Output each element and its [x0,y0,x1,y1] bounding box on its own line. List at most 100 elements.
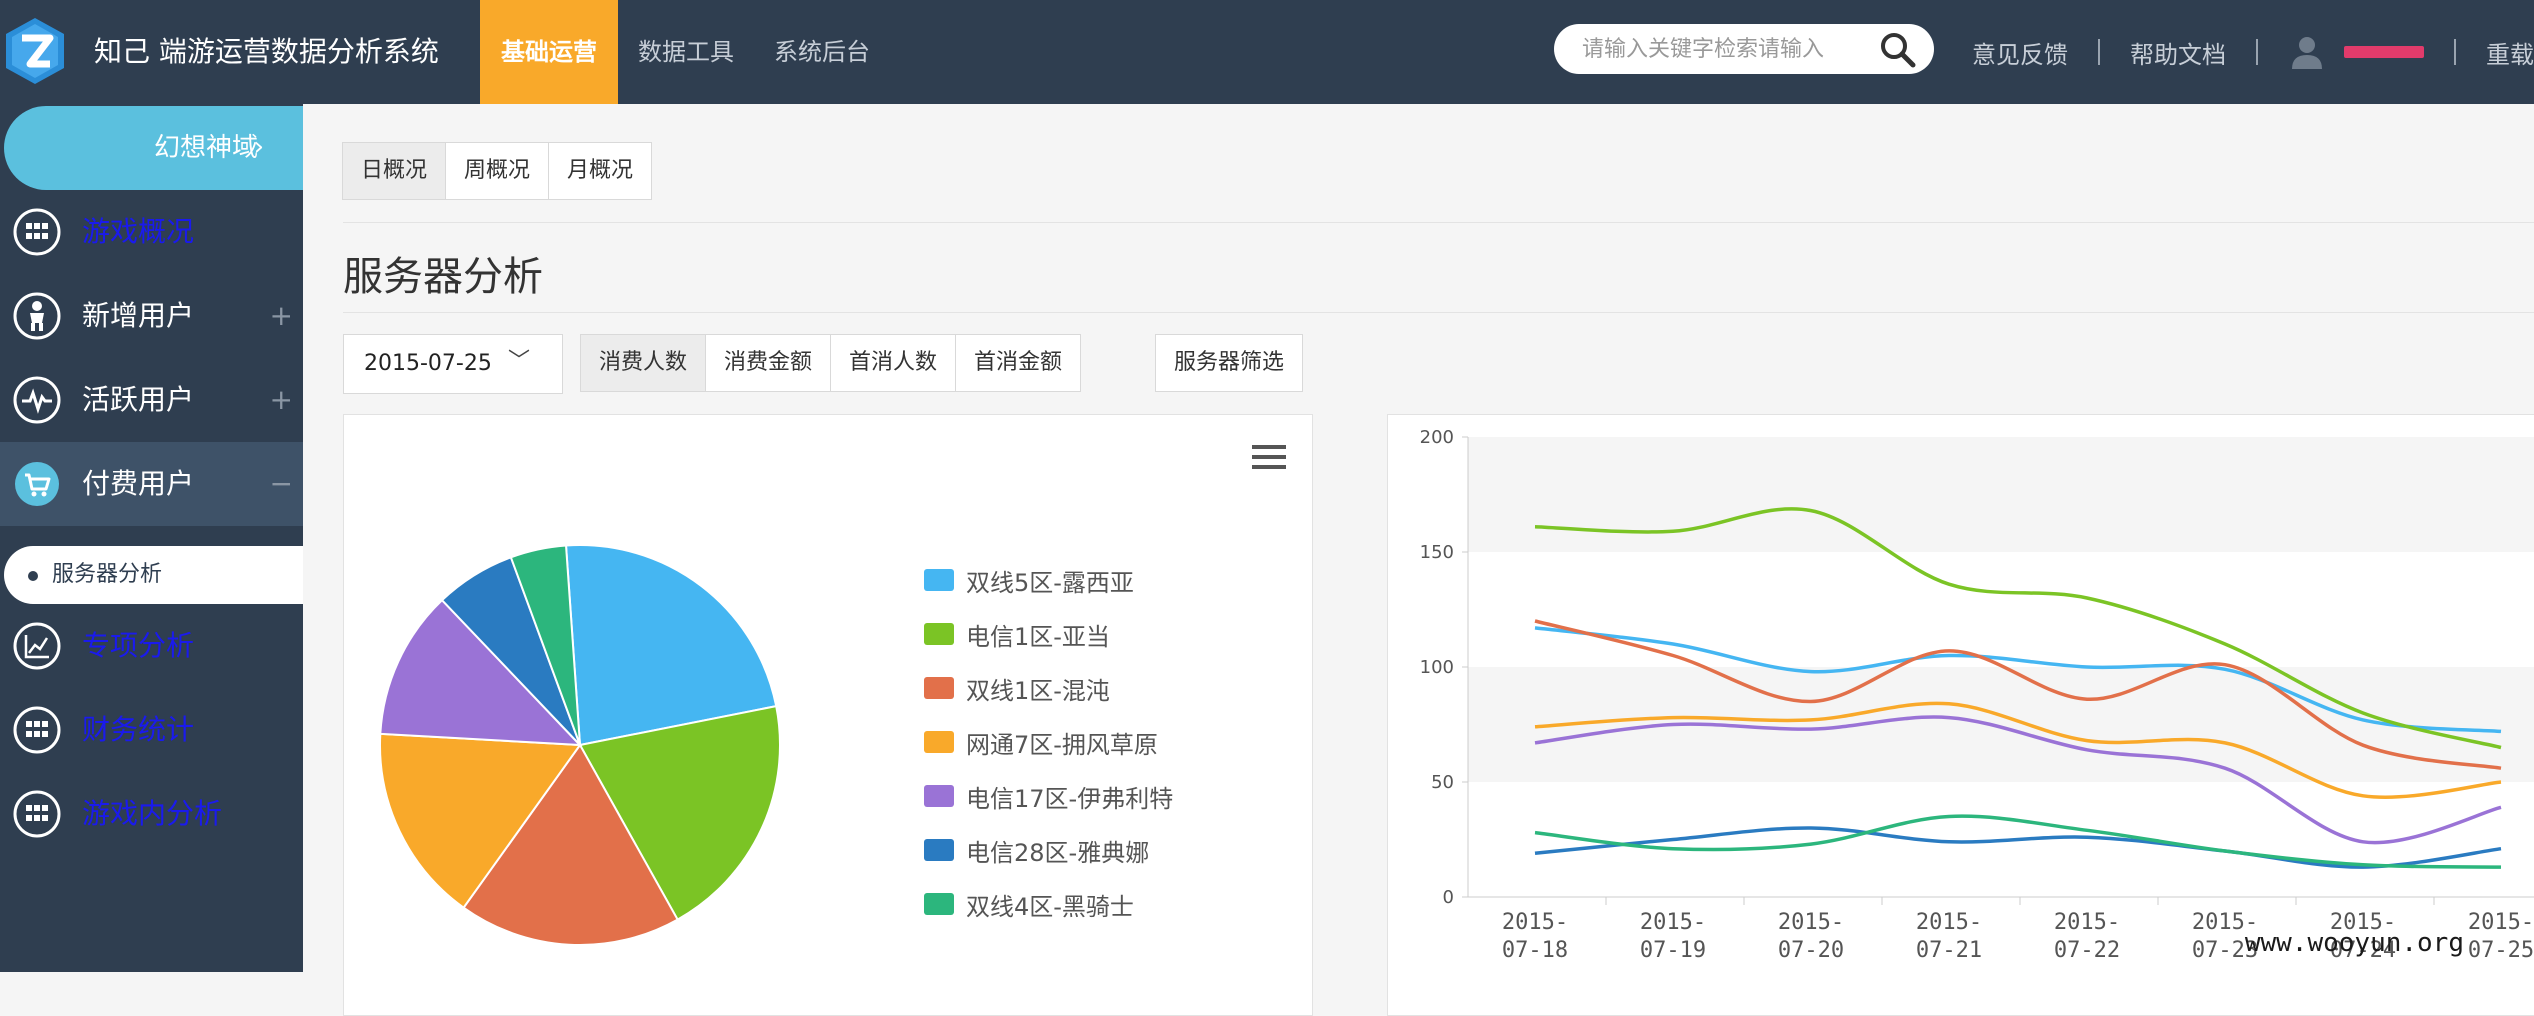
sidebar-item-ingame-analysis[interactable]: 游戏内分析 [0,772,303,856]
legend-item[interactable]: 网通7区-拥风草原 [924,715,1173,769]
pie-chart-panel: 双线5区-露西亚电信1区-亚当 双线1区-混沌网通7区-拥风草原电信17区-伊弗利… [343,414,1313,1016]
reset-link[interactable]: 重载 [2486,35,2534,70]
line-chart-panel: 0 50 100 150 200 2015- 07-18 2015- 07-19 2015- 07-… [1387,414,2534,1016]
tab-system-admin[interactable]: 系统后台 [754,0,890,104]
bullet-icon [28,571,38,581]
legend-label: 双线1区-混沌 [966,676,1110,705]
x-tick-label: 2015- [2468,910,2534,935]
search-icon[interactable] [1878,30,1918,70]
legend-label: 双线4区-黑骑士 [966,892,1134,921]
feedback-link[interactable]: 意见反馈 [1972,35,2068,70]
x-tick-label: 2015- [2054,910,2120,935]
legend-swatch [924,839,954,861]
legend-swatch [924,731,954,753]
sidebar-item-label: 专项分析 [82,629,195,662]
period-tabs: 日概况 周概况 月概况 [342,142,653,200]
grid-icon [13,208,61,256]
legend-item[interactable]: 双线4区-黑骑士 [924,877,1173,931]
sidebar-item-label: 游戏概况 [82,215,195,248]
legend-swatch [924,677,954,699]
legend-item[interactable]: 电信1区-亚当 [924,607,1173,661]
watermark: www.wooyun.org [2244,928,2464,958]
separator [2098,39,2100,65]
legend-label: 电信1区-亚当 [966,622,1110,651]
sidebar-subitem-label: 服务器分析 [52,562,163,587]
expand-plus-icon[interactable]: + [270,358,293,442]
main-content: 日概况 周概况 月概况 服务器分析 2015-07-25 ﹀ 消费人数 消费金额… [303,104,2534,1016]
username-redacted [2344,46,2424,58]
sidebar-item-finance-stats[interactable]: 财务统计 [0,688,303,772]
logo-icon [6,18,64,84]
pie-chart [379,544,781,946]
metric-tabs: 消费人数 消费金额 首消人数 首消金额 [580,334,1082,392]
user-icon [2292,37,2322,69]
legend-item[interactable]: 电信17区-伊弗利特 [924,769,1173,823]
grid-band [1468,437,2534,552]
tab-monthly-overview[interactable]: 月概况 [548,142,653,200]
user-menu[interactable] [2288,33,2424,71]
y-tick-label: 50 [1431,772,1454,793]
expand-plus-icon[interactable]: + [270,274,293,358]
y-tick-label: 0 [1443,887,1454,908]
legend-item[interactable]: 电信28区-雅典娜 [924,823,1173,877]
tab-basic-operations[interactable]: 基础运营 [480,0,618,104]
page-title: 服务器分析 [343,254,543,300]
chevron-right-icon: › [253,132,264,162]
legend-swatch [924,623,954,645]
x-tick-label: 07-25 [2468,938,2534,963]
divider [343,312,2534,313]
y-tick-label: 200 [1420,427,1454,448]
x-tick-label: 2015- [1502,910,1568,935]
y-tick-label: 100 [1420,657,1454,678]
date-value: 2015-07-25 [364,351,492,376]
legend-item[interactable]: 双线1区-混沌 [924,661,1173,715]
tab-first-consumption-amount[interactable]: 首消金额 [955,334,1082,392]
sidebar-item-active-users[interactable]: 活跃用户 + [0,358,303,442]
sidebar-subitem-server-analysis[interactable]: 服务器分析 [4,546,303,604]
search-input[interactable] [1582,24,1882,74]
chevron-down-icon: ﹀ [508,349,531,374]
sidebar-item-new-users[interactable]: 新增用户 + [0,274,303,358]
game-selector[interactable]: 幻想神域 › [4,106,304,190]
server-filter-button[interactable]: 服务器筛选 [1155,334,1304,392]
cart-icon [15,462,59,506]
legend-label: 电信28区-雅典娜 [966,838,1150,867]
legend-item[interactable]: 双线5区-露西亚 [924,553,1173,607]
x-tick-label: 2015- [1778,910,1844,935]
sidebar: 幻想神域 › 游戏概况 新增用户 + 活跃用户 + 付费用户 − 服务器分析 专… [0,104,304,972]
tab-consumer-count[interactable]: 消费人数 [580,334,707,392]
top-nav: 基础运营 数据工具 系统后台 [480,0,890,104]
pulse-icon [13,376,61,424]
tab-data-tools[interactable]: 数据工具 [618,0,754,104]
legend-swatch [924,569,954,591]
sidebar-item-label: 游戏内分析 [82,797,223,830]
sidebar-item-label: 财务统计 [82,713,195,746]
x-tick-label: 07-18 [1502,938,1568,963]
x-tick-label: 2015- [1640,910,1706,935]
sidebar-item-paying-users[interactable]: 付费用户 − [0,442,303,526]
app-title: 知己 端游运营数据分析系统 [94,35,439,68]
x-tick-label: 07-20 [1778,938,1844,963]
help-docs-link[interactable]: 帮助文档 [2130,35,2226,70]
line-chart: 0 50 100 150 200 2015- 07-18 2015- 07-19 2015- 07-… [1420,427,2534,963]
sidebar-item-special-analysis[interactable]: 专项分析 [0,604,303,688]
tab-weekly-overview[interactable]: 周概况 [445,142,550,200]
search-box [1554,24,1934,74]
tab-consumption-amount[interactable]: 消费金额 [705,334,832,392]
trend-icon [13,622,61,670]
tab-daily-overview[interactable]: 日概况 [342,142,447,200]
date-picker[interactable]: 2015-07-25 ﹀ [343,334,563,394]
collapse-minus-icon[interactable]: − [270,442,293,526]
tab-first-consumer-count[interactable]: 首消人数 [830,334,957,392]
y-tick-label: 150 [1420,542,1454,563]
menu-icon[interactable] [1252,443,1286,471]
divider [343,222,2534,223]
top-links: 意见反馈 帮助文档 重载 [1972,0,2534,104]
sidebar-item-game-overview[interactable]: 游戏概况 [0,190,303,274]
grid-icon [13,706,61,754]
separator [2454,39,2456,65]
legend-label: 电信17区-伊弗利特 [966,784,1174,813]
game-name: 幻想神域 [153,133,258,163]
separator [2256,39,2258,65]
x-tick-label: 07-22 [2054,938,2120,963]
